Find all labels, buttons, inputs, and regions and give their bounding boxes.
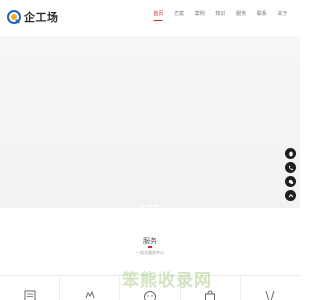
logo[interactable]: 企工场 (7, 9, 59, 25)
main-nav: 首页 方案 案例 知识 服务 联系 关于 (148, 10, 293, 17)
services-title-underline (148, 246, 152, 248)
nav-item-home[interactable]: 首页 (148, 10, 169, 17)
document-icon (24, 290, 36, 300)
nav-item-service[interactable]: 服务 (231, 10, 252, 17)
nav-item-solutions[interactable]: 方案 (169, 10, 190, 17)
nav-item-cases[interactable]: 案例 (189, 10, 210, 17)
slider-dot[interactable] (155, 205, 159, 207)
nav-item-knowledge[interactable]: 知识 (210, 10, 231, 17)
hero-banner[interactable] (0, 36, 300, 208)
watermark-text: 笨熊收录网 (122, 271, 212, 291)
qq-icon[interactable] (285, 148, 296, 159)
slider-dot[interactable] (141, 205, 145, 207)
phone-icon[interactable] (285, 162, 296, 173)
services-title: 服务 (143, 238, 157, 245)
cloud-icon (85, 290, 95, 299)
service-card[interactable] (59, 275, 120, 300)
support-icon (144, 291, 156, 300)
chart-icon (265, 290, 275, 300)
nav-item-about[interactable]: 关于 (272, 10, 293, 17)
brand-name: 企工场 (24, 11, 59, 24)
slider-dot[interactable] (148, 205, 152, 207)
logo-icon (7, 10, 21, 24)
services-subtitle: 一站式服务中心 (136, 250, 164, 255)
bag-icon (205, 290, 216, 300)
back-to-top-icon[interactable] (285, 190, 296, 201)
side-float-bar (285, 148, 296, 201)
header: 企工场 首页 方案 案例 知识 服务 联系 关于 (0, 0, 300, 36)
slider-pagination (0, 205, 300, 207)
nav-item-contact[interactable]: 联系 (251, 10, 272, 17)
wechat-icon[interactable] (285, 176, 296, 187)
service-card[interactable] (0, 275, 60, 300)
